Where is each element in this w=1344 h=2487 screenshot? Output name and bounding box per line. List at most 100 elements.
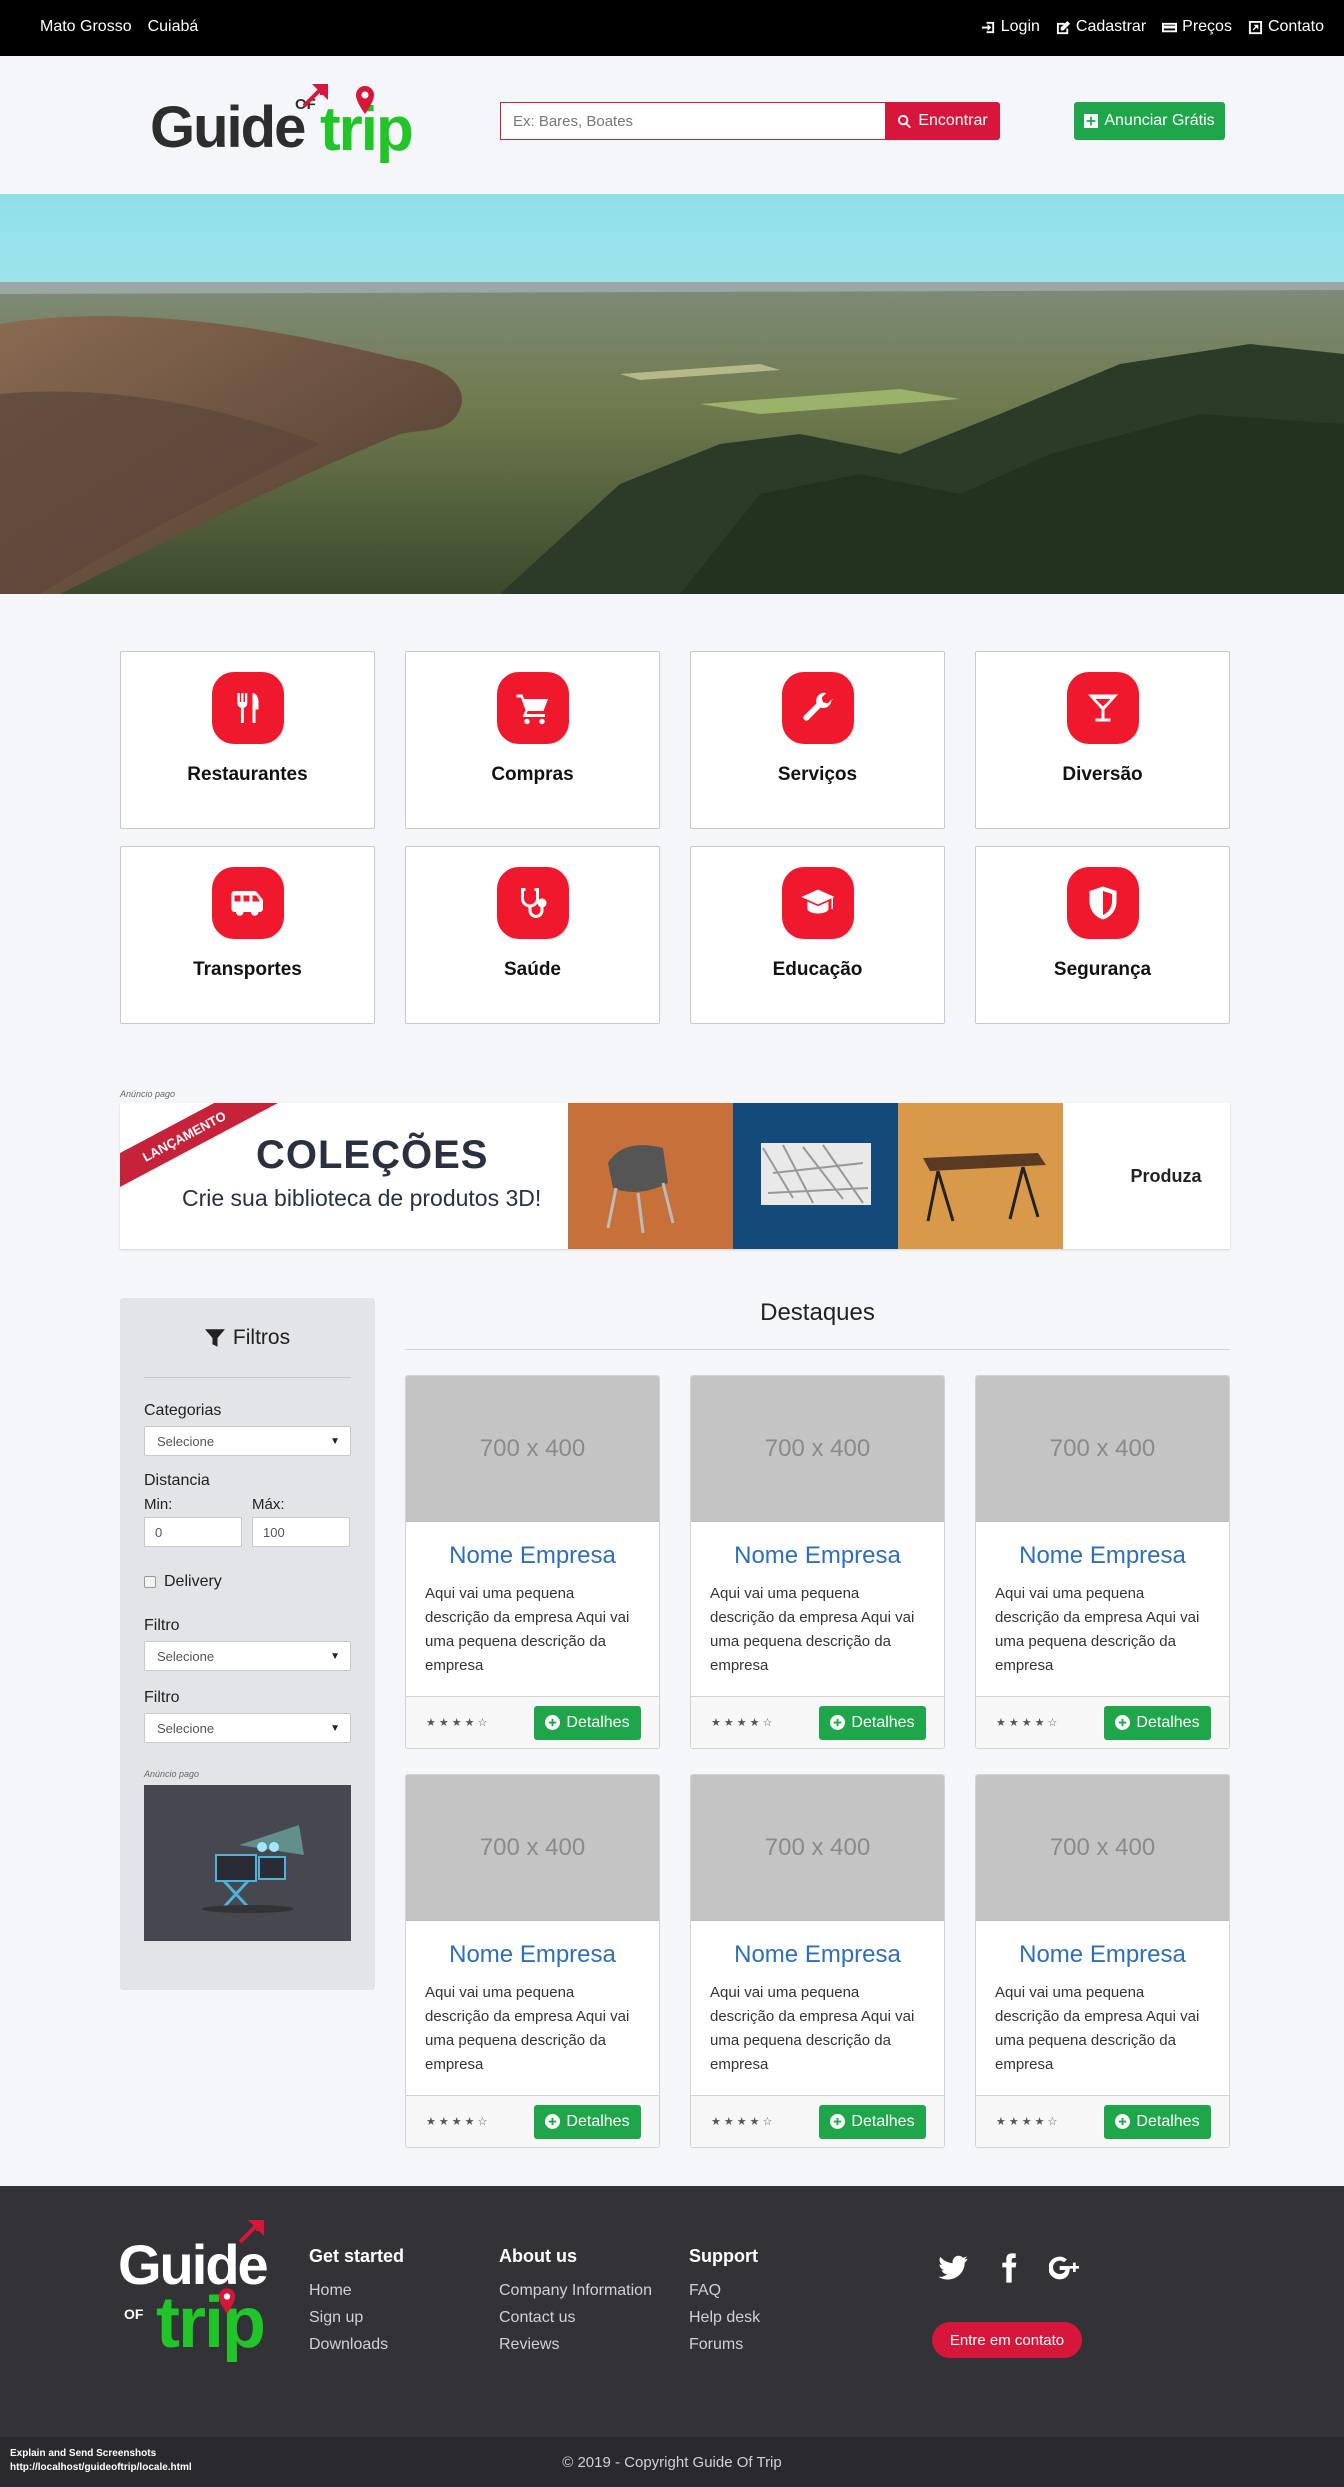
detalhes-button[interactable]: Detalhes [819,2104,926,2139]
categories-grid: Restaurantes Compras Serviços Diversão T… [120,651,1230,1024]
footer-link-company[interactable]: Company Information [499,2277,652,2304]
card-description: Aqui vai uma pequena descrição da empres… [995,1585,1200,1674]
detalhes-button[interactable]: Detalhes [534,2104,641,2139]
filtro1-select[interactable]: Selecione ▼ [144,1641,351,1671]
company-card: 700 x 400 Nome Empresa Aqui vai uma pequ… [690,1774,945,2148]
category-servicos[interactable]: Serviços [690,651,945,829]
company-card: 700 x 400 Nome Empresa Aqui vai uma pequ… [405,1774,660,2148]
card-description: Aqui vai uma pequena descrição da empres… [710,1984,915,2073]
login-label: Login [1000,18,1040,35]
category-transportes[interactable]: Transportes [120,846,375,1024]
detalhes-label: Detalhes [1136,1713,1200,1731]
category-restaurantes[interactable]: Restaurantes [120,651,375,829]
category-compras[interactable]: Compras [405,651,660,829]
category-diversao[interactable]: Diversão [975,651,1230,829]
card-description: Aqui vai uma pequena descrição da empres… [995,1984,1200,2073]
category-label: Segurança [1053,959,1152,980]
ad-table-image [898,1103,1063,1249]
max-label: Máx: [252,1496,285,1513]
footer-logo[interactable]: Guide OF trip [118,2216,288,2376]
card-company-name[interactable]: Nome Empresa [691,1941,944,1969]
state-link[interactable]: Mato Grosso [40,18,132,36]
logo-of-text: OF [124,2306,144,2322]
card-rating: ★★★★☆ [711,2116,776,2128]
footer-col-title: About us [499,2246,577,2266]
facebook-icon[interactable] [993,2252,1025,2284]
plus-circle-icon [545,2114,561,2129]
category-seguranca[interactable]: Segurança [975,846,1230,1024]
contato-link[interactable]: Contato [1248,18,1324,36]
google-plus-icon[interactable] [1049,2252,1081,2284]
anunciar-button[interactable]: Anunciar Grátis [1074,102,1225,140]
card-company-name[interactable]: Nome Empresa [976,1941,1229,1969]
card-image-placeholder: 700 x 400 [406,1775,659,1921]
category-label: Educação [772,959,863,980]
footer-link-faq[interactable]: FAQ [689,2277,760,2304]
card-company-name[interactable]: Nome Empresa [691,1542,944,1570]
footer-link-home[interactable]: Home [309,2277,404,2304]
ad-title: COLEÇÕES [256,1133,489,1177]
hero-image [0,194,1344,594]
cutlery-icon [237,693,258,723]
min-input[interactable] [144,1517,242,1547]
ad-banner[interactable]: LANÇAMENTO COLEÇÕES Crie sua biblioteca … [120,1103,1230,1249]
detalhes-label: Detalhes [1136,2112,1200,2130]
logo[interactable]: Guide OF trip [150,78,440,168]
external-link-icon [1248,20,1263,34]
delivery-checkbox[interactable]: Delivery [144,1573,351,1591]
footer-link-contact[interactable]: Contact us [499,2304,652,2331]
card-footer: ★★★★☆ Detalhes [976,1696,1229,1748]
contato-label: Contato [1267,18,1324,35]
card-company-name[interactable]: Nome Empresa [406,1941,659,1969]
ad-subtitle: Crie sua biblioteca de produtos 3D! [182,1185,542,1211]
footer-link-downloads[interactable]: Downloads [309,2331,404,2358]
header: Guide OF trip Encontrar Anunciar Grátis [0,56,1344,194]
footer-link-helpdesk[interactable]: Help desk [689,2304,760,2331]
plus-circle-icon [830,1715,846,1730]
city-link[interactable]: Cuiabá [148,18,199,36]
detalhes-button[interactable]: Detalhes [819,1705,926,1740]
cadastrar-link[interactable]: Cadastrar [1056,18,1146,36]
categorias-select[interactable]: Selecione ▼ [144,1426,351,1456]
detalhes-label: Detalhes [851,1713,915,1731]
footer-link-forums[interactable]: Forums [689,2331,760,2358]
contact-button[interactable]: Entre em contato [932,2322,1082,2358]
delivery-label: Delivery [164,1573,222,1590]
logo-guide-text: Guide [150,95,306,160]
search-input[interactable] [500,102,885,140]
plus-circle-icon [1115,1715,1131,1730]
precos-link[interactable]: Preços [1162,18,1232,36]
plus-circle-icon [830,2114,846,2129]
filtro2-select[interactable]: Selecione ▼ [144,1713,351,1743]
login-link[interactable]: Login [981,18,1040,36]
sidebar-ad-image[interactable] [144,1785,351,1941]
card-rating: ★★★★☆ [996,1717,1061,1729]
footer-link-reviews[interactable]: Reviews [499,2331,652,2358]
card-image-placeholder: 700 x 400 [691,1376,944,1522]
detalhes-button[interactable]: Detalhes [1104,1705,1211,1740]
filters-panel: Filtros Categorias Selecione ▼ Distancia… [120,1298,375,1990]
company-card: 700 x 400 Nome Empresa Aqui vai uma pequ… [975,1375,1230,1749]
footer-link-signup[interactable]: Sign up [309,2304,404,2331]
checkbox-box[interactable] [144,1576,156,1588]
card-company-name[interactable]: Nome Empresa [976,1542,1229,1570]
max-input[interactable] [252,1517,350,1547]
anunciar-label: Anunciar Grátis [1104,112,1215,129]
detalhes-label: Detalhes [851,2112,915,2130]
twitter-icon[interactable] [937,2252,969,2284]
card-description: Aqui vai uma pequena descrição da empres… [425,1585,630,1674]
copyright-text: © 2019 - Copyright Guide Of Trip [562,2454,782,2471]
detalhes-button[interactable]: Detalhes [534,1705,641,1740]
detalhes-button[interactable]: Detalhes [1104,2104,1211,2139]
graduation-cap-icon [801,889,834,914]
ad-right-text: Produza [1130,1165,1202,1186]
category-educacao[interactable]: Educação [690,846,945,1024]
filtro1-label: Filtro [144,1617,180,1634]
search-button[interactable]: Encontrar [885,102,1000,140]
footer-col-title: Support [689,2246,758,2266]
category-saude[interactable]: Saúde [405,846,660,1024]
category-label: Saúde [503,959,562,980]
categorias-label: Categorias [144,1402,222,1419]
card-company-name[interactable]: Nome Empresa [406,1542,659,1570]
shopping-cart-icon [516,694,548,725]
